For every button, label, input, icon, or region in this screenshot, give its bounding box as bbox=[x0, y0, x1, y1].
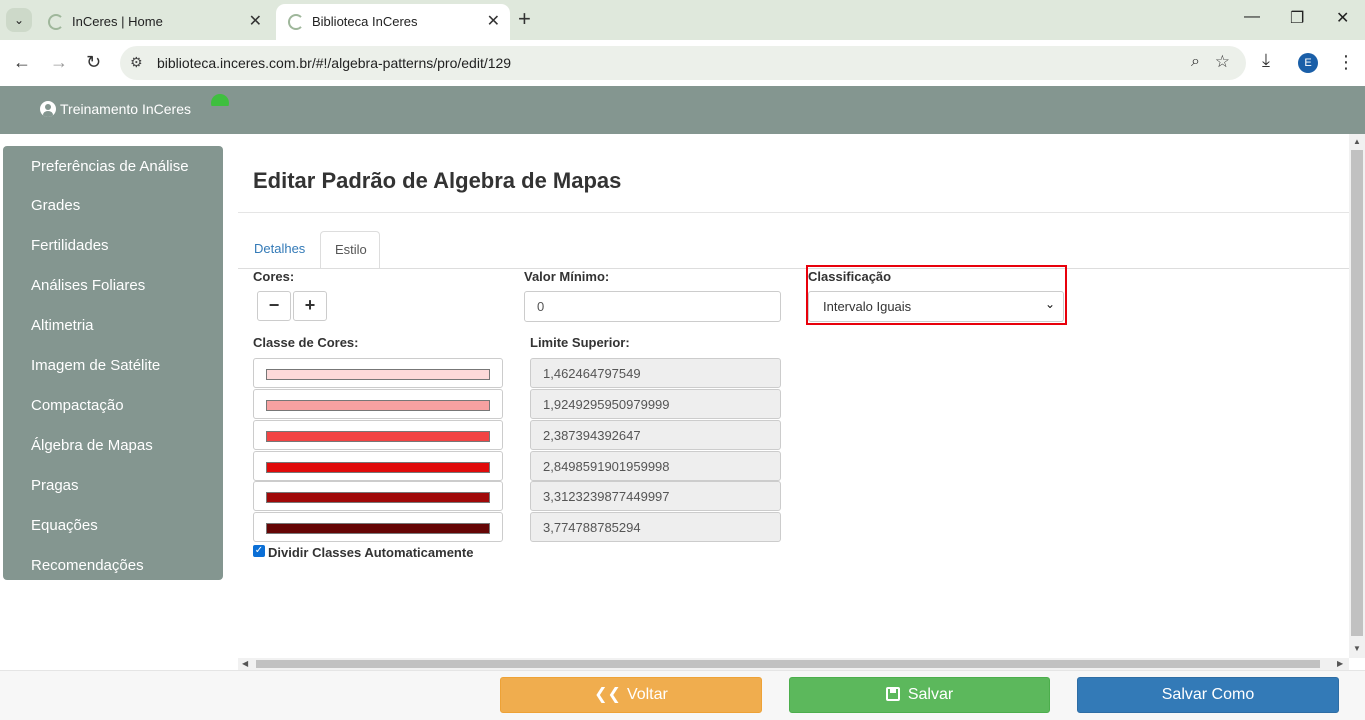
color-class-6[interactable] bbox=[253, 512, 503, 542]
app-header: Treinamento InCeres bbox=[0, 86, 1365, 134]
tab-detalhes[interactable]: Detalhes bbox=[240, 231, 319, 269]
classificacao-select[interactable]: Intervalo Iguais ⌄ bbox=[808, 291, 1064, 322]
sidebar-item-pragas[interactable]: Pragas bbox=[31, 477, 79, 494]
color-swatch bbox=[266, 492, 490, 503]
forward-icon[interactable]: → bbox=[50, 51, 68, 73]
valor-minimo-label: Valor Mínimo: bbox=[524, 269, 610, 284]
auto-divide-checkbox[interactable]: ✓ bbox=[253, 545, 265, 557]
vertical-scrollbar[interactable]: ▲ ▼ bbox=[1349, 134, 1365, 658]
scrollbar-thumb[interactable] bbox=[1351, 150, 1363, 636]
divider bbox=[238, 212, 1349, 213]
bookmark-star-icon[interactable]: ☆ bbox=[1215, 52, 1230, 72]
sidebar-item-algebra-mapas[interactable]: Álgebra de Mapas bbox=[31, 437, 153, 454]
tab-title: InCeres | Home bbox=[72, 14, 163, 29]
tab-title: Biblioteca InCeres bbox=[312, 14, 418, 29]
salvar-como-button[interactable]: Salvar Como bbox=[1077, 677, 1339, 713]
sidebar-item-grades[interactable]: Grades bbox=[31, 197, 80, 214]
salvar-button[interactable]: Salvar bbox=[789, 677, 1050, 713]
cores-label: Cores: bbox=[253, 269, 295, 284]
close-tab-icon[interactable]: ✕ bbox=[487, 11, 500, 31]
connection-status-icon bbox=[211, 94, 229, 106]
download-icon[interactable]: ⤓ bbox=[1262, 50, 1270, 71]
limite-superior-1: 1,462464797549 bbox=[530, 358, 781, 388]
sidebar-item-fertilidades[interactable]: Fertilidades bbox=[31, 237, 109, 254]
classificacao-value: Intervalo Iguais bbox=[823, 299, 912, 314]
color-swatch bbox=[266, 369, 490, 380]
sidebar-item-recomendacoes[interactable]: Recomendações bbox=[31, 557, 144, 574]
browser-tab-biblioteca[interactable]: Biblioteca InCeres ✕ bbox=[276, 4, 510, 40]
color-class-4[interactable] bbox=[253, 451, 503, 481]
browser-toolbar: ← → ↻ ⚙ biblioteca.inceres.com.br/#!/alg… bbox=[0, 40, 1365, 86]
auto-divide-label[interactable]: Dividir Classes Automaticamente bbox=[268, 545, 473, 560]
minimize-icon[interactable]: — bbox=[1244, 8, 1260, 26]
site-settings-icon[interactable]: ⚙ bbox=[130, 54, 143, 71]
zoom-icon[interactable]: ⌕ bbox=[1191, 53, 1200, 71]
limite-superior-5: 3,3123239877449997 bbox=[530, 481, 781, 511]
sidebar-item-preferencias[interactable]: Preferências de Análise bbox=[31, 158, 189, 175]
limite-superior-4: 2,8498591901959998 bbox=[530, 451, 781, 481]
restore-icon[interactable]: ❐ bbox=[1290, 8, 1304, 28]
tabs-divider bbox=[238, 268, 1349, 269]
color-swatch bbox=[266, 523, 490, 534]
inceres-favicon-icon bbox=[48, 14, 64, 30]
color-swatch bbox=[266, 462, 490, 473]
browser-menu-icon[interactable]: ⋮ bbox=[1337, 52, 1355, 72]
limite-superior-3: 2,387394392647 bbox=[530, 420, 781, 450]
voltar-button[interactable]: ❮❮ Voltar bbox=[500, 677, 762, 713]
sidebar-item-equacoes[interactable]: Equações bbox=[31, 517, 98, 534]
browser-tab-bar: ⌄ InCeres | Home ✕ Biblioteca InCeres ✕ … bbox=[0, 0, 1365, 40]
color-swatch bbox=[266, 431, 490, 442]
new-tab-button[interactable]: + bbox=[518, 7, 531, 31]
sidebar-item-compactacao[interactable]: Compactação bbox=[31, 397, 124, 414]
tab-estilo[interactable]: Estilo bbox=[320, 231, 380, 269]
sidebar-item-analises-foliares[interactable]: Análises Foliares bbox=[31, 277, 145, 294]
scroll-right-icon[interactable]: ▶ bbox=[1337, 659, 1343, 668]
user-name: Treinamento InCeres bbox=[60, 101, 191, 117]
back-icon[interactable]: ← bbox=[13, 51, 31, 73]
limite-superior-2: 1,9249295950979999 bbox=[530, 389, 781, 419]
color-class-5[interactable] bbox=[253, 481, 503, 511]
address-bar[interactable]: ⚙ biblioteca.inceres.com.br/#!/algebra-p… bbox=[120, 46, 1246, 80]
save-icon bbox=[885, 687, 900, 701]
double-chevron-left-icon: ❮❮ bbox=[594, 686, 621, 703]
color-class-2[interactable] bbox=[253, 389, 503, 419]
limite-superior-label: Limite Superior: bbox=[530, 335, 630, 350]
scrollbar-thumb[interactable] bbox=[256, 660, 1320, 668]
sidebar-item-altimetria[interactable]: Altimetria bbox=[31, 317, 94, 334]
sidebar: Preferências de Análise Grades Fertilida… bbox=[3, 146, 223, 580]
reload-icon[interactable]: ↻ bbox=[86, 51, 101, 73]
scroll-down-icon[interactable]: ▼ bbox=[1353, 644, 1361, 653]
close-tab-icon[interactable]: ✕ bbox=[249, 11, 262, 31]
limite-superior-6: 3,774788785294 bbox=[530, 512, 781, 542]
salvar-como-label: Salvar Como bbox=[1161, 686, 1255, 703]
close-window-icon[interactable]: ✕ bbox=[1336, 8, 1349, 28]
classificacao-label: Classificação bbox=[808, 269, 892, 284]
browser-tab-inceres-home[interactable]: InCeres | Home ✕ bbox=[36, 4, 272, 40]
inceres-favicon-icon bbox=[288, 14, 304, 30]
scroll-left-icon[interactable]: ◀ bbox=[242, 659, 248, 668]
color-swatch bbox=[266, 400, 490, 411]
add-color-button[interactable]: + bbox=[293, 291, 327, 321]
tab-search-button[interactable]: ⌄ bbox=[6, 8, 32, 32]
color-class-1[interactable] bbox=[253, 358, 503, 388]
voltar-label: Voltar bbox=[626, 686, 668, 703]
remove-color-button[interactable]: − bbox=[257, 291, 291, 321]
classe-cores-label: Classe de Cores: bbox=[253, 335, 359, 350]
chevron-down-icon: ⌄ bbox=[1044, 297, 1055, 311]
valor-minimo-input[interactable]: 0 bbox=[524, 291, 781, 322]
sidebar-item-imagem-satelite[interactable]: Imagem de Satélite bbox=[31, 357, 160, 374]
user-icon bbox=[40, 101, 56, 117]
salvar-label: Salvar bbox=[907, 686, 954, 703]
page-title: Editar Padrão de Algebra de Mapas bbox=[253, 168, 622, 193]
user-menu[interactable]: Treinamento InCeres bbox=[40, 101, 191, 117]
scroll-up-icon[interactable]: ▲ bbox=[1353, 137, 1361, 146]
profile-avatar[interactable]: E bbox=[1298, 53, 1318, 73]
color-class-3[interactable] bbox=[253, 420, 503, 450]
url-text[interactable]: biblioteca.inceres.com.br/#!/algebra-pat… bbox=[157, 55, 511, 71]
horizontal-scrollbar[interactable]: ◀ ▶ bbox=[238, 658, 1349, 670]
